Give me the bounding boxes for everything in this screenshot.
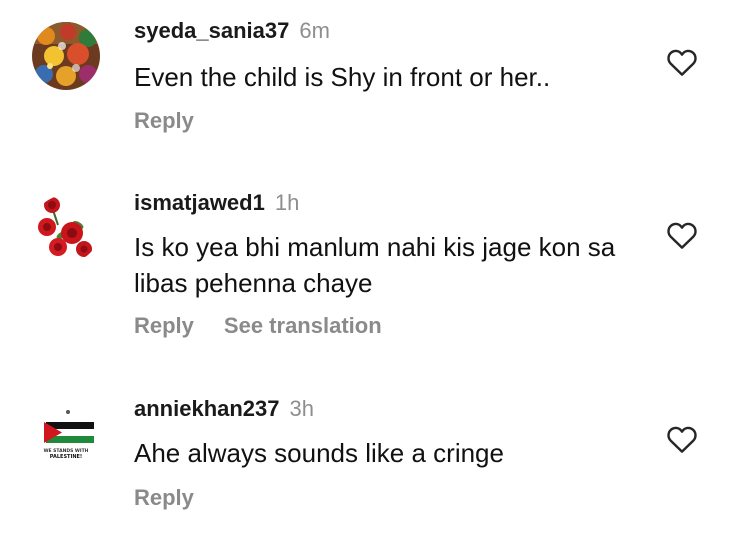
username[interactable]: anniekhan237 bbox=[134, 396, 280, 421]
comment-item: WE STANDS WITH PALESTINE! anniekhan237 3h… bbox=[0, 0, 740, 534]
timestamp: 3h bbox=[289, 396, 314, 421]
comment-actions: Reply bbox=[134, 485, 224, 511]
reply-button[interactable]: Reply bbox=[134, 485, 194, 511]
comment-text: Ahe always sounds like a cringe bbox=[134, 438, 504, 468]
avatar-caption-line2: PALESTINE! bbox=[50, 454, 82, 460]
comment-meta: anniekhan237 3h bbox=[134, 396, 314, 422]
palestine-flag-avatar-icon: WE STANDS WITH PALESTINE! bbox=[32, 400, 100, 468]
avatar[interactable]: WE STANDS WITH PALESTINE! bbox=[32, 400, 100, 468]
heart-outline-icon[interactable] bbox=[666, 424, 698, 454]
